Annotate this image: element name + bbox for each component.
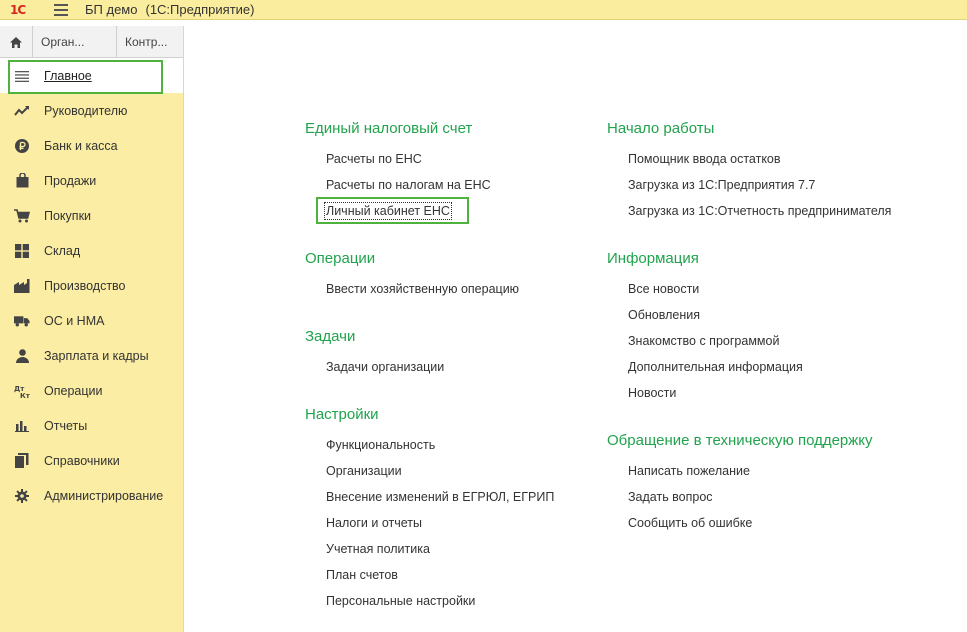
link-accounting-policy[interactable]: Учетная политика (326, 542, 430, 556)
sidebar-item-bank[interactable]: Банк и касса (0, 128, 183, 163)
sidebar-item-warehouse[interactable]: Склад (0, 233, 183, 268)
group-title-ens: Единый налоговый счет (305, 120, 473, 137)
link-functionality[interactable]: Функциональность (326, 438, 435, 452)
group-title-support: Обращение в техническую поддержку (607, 432, 873, 449)
link-additional-info[interactable]: Дополнительная информация (628, 360, 803, 374)
title-bar: 1С БП демо (1С:Предприятие) (0, 0, 967, 20)
sidebar-item-label: Зарплата и кадры (44, 348, 149, 363)
person-icon (14, 348, 30, 364)
shopping-bag-icon (14, 173, 30, 189)
sidebar-item-label: Справочники (44, 453, 120, 468)
link-org-tasks[interactable]: Задачи организации (326, 360, 444, 374)
group-title-settings: Настройки (305, 406, 379, 423)
sidebar-item-reports[interactable]: Отчеты (0, 408, 183, 443)
books-icon (14, 453, 30, 469)
main-content: Единый налоговый счет Расчеты по ЕНС Рас… (183, 26, 967, 632)
sidebar-item-manager[interactable]: Руководителю (0, 93, 183, 128)
link-import-entrepreneur[interactable]: Загрузка из 1С:Отчетность предпринимател… (628, 204, 891, 218)
sidebar-item-references[interactable]: Справочники (0, 443, 183, 478)
svg-text:Кт: Кт (20, 392, 30, 398)
link-updates[interactable]: Обновления (628, 308, 700, 322)
highlight-frame-ens-cabinet (316, 197, 469, 224)
link-ask-question[interactable]: Задать вопрос (628, 490, 713, 504)
debit-credit-icon: Дт Кт (14, 383, 30, 399)
main-menu-button[interactable] (54, 3, 68, 16)
highlight-frame-main (8, 60, 163, 94)
ruble-coin-icon (14, 138, 30, 154)
truck-icon (14, 313, 30, 329)
group-title-start: Начало работы (607, 120, 715, 137)
sidebar-item-assets[interactable]: ОС и НМА (0, 303, 183, 338)
sidebar-item-label: Банк и касса (44, 138, 118, 153)
group-title-tasks: Задачи (305, 328, 356, 345)
sidebar-item-label: Руководителю (44, 103, 128, 118)
home-icon (10, 36, 22, 48)
link-chart-of-accounts[interactable]: План счетов (326, 568, 398, 582)
link-egrul-changes[interactable]: Внесение изменений в ЕГРЮЛ, ЕГРИП (326, 490, 554, 504)
shopping-cart-icon (14, 208, 30, 224)
link-enter-operation[interactable]: Ввести хозяйственную операцию (326, 282, 519, 296)
link-organizations[interactable]: Организации (326, 464, 402, 478)
sidebar: Главное Руководителю Банк и касса Продаж… (0, 58, 183, 632)
link-intro[interactable]: Знакомство с программой (628, 334, 779, 348)
sidebar-item-production[interactable]: Производство (0, 268, 183, 303)
sidebar-item-purchases[interactable]: Покупки (0, 198, 183, 233)
app-title: БП демо (1С:Предприятие) (85, 2, 255, 17)
sidebar-item-label: Администрирование (44, 488, 164, 503)
app-subtitle: (1С:Предприятие) (145, 2, 255, 17)
sidebar-item-operations[interactable]: Дт Кт Операции (0, 373, 183, 408)
link-ens-tax-settlements[interactable]: Расчеты по налогам на ЕНС (326, 178, 491, 192)
group-title-operations: Операции (305, 250, 376, 267)
link-news[interactable]: Новости (628, 386, 676, 400)
link-all-news[interactable]: Все новости (628, 282, 699, 296)
sidebar-item-label: ОС и НМА (44, 313, 105, 328)
tab-home[interactable] (0, 26, 33, 58)
sidebar-item-label: Отчеты (44, 418, 88, 433)
sidebar-item-admin[interactable]: Администрирование (0, 478, 183, 513)
gear-icon (14, 488, 30, 504)
trend-chart-icon (14, 103, 30, 119)
sidebar-item-label: Продажи (44, 173, 97, 188)
sidebar-item-sales[interactable]: Продажи (0, 163, 183, 198)
link-taxes-reports[interactable]: Налоги и отчеты (326, 516, 422, 530)
app-title-text: БП демо (85, 2, 138, 17)
tab-organizations[interactable]: Орган... (33, 26, 117, 58)
tab-counterparties[interactable]: Контр... (117, 26, 183, 58)
link-import-77[interactable]: Загрузка из 1С:Предприятия 7.7 (628, 178, 815, 192)
link-personal-settings[interactable]: Персональные настройки (326, 594, 475, 608)
warehouse-grid-icon (14, 243, 30, 259)
group-title-info: Информация (607, 250, 699, 267)
sidebar-item-label: Покупки (44, 208, 92, 223)
factory-icon (14, 278, 30, 294)
sidebar-item-label: Склад (44, 243, 81, 258)
link-report-error[interactable]: Сообщить об ошибке (628, 516, 752, 530)
sidebar-item-label: Операции (44, 383, 103, 398)
link-balance-wizard[interactable]: Помощник ввода остатков (628, 152, 781, 166)
link-write-wish[interactable]: Написать пожелание (628, 464, 750, 478)
1c-logo: 1С (10, 2, 26, 17)
tab-bar: Орган... Контр... (0, 26, 183, 58)
sidebar-item-label: Производство (44, 278, 126, 293)
bar-chart-icon (14, 418, 30, 434)
link-ens-settlements[interactable]: Расчеты по ЕНС (326, 152, 422, 166)
sidebar-item-salary[interactable]: Зарплата и кадры (0, 338, 183, 373)
